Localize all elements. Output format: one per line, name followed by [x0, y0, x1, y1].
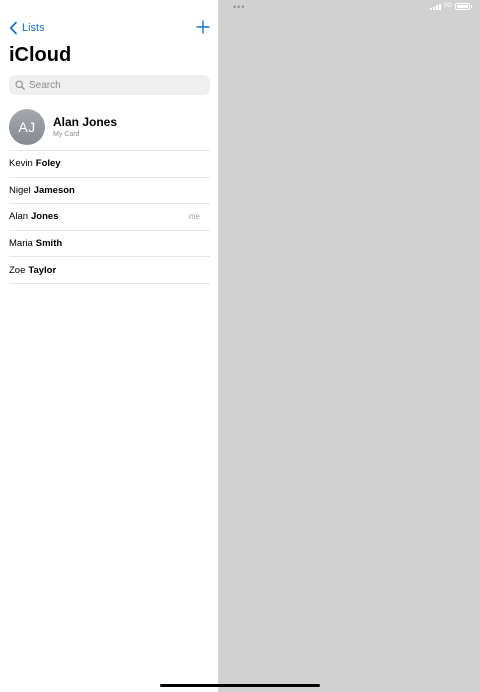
battery-icon [455, 3, 472, 10]
contact-list: Kevin Foley Nigel Jameson Alan Jones me … [9, 151, 210, 284]
search-input[interactable] [29, 79, 199, 91]
my-card-subtitle: My Card [53, 131, 80, 138]
contacts-sidebar: Lists iCloud AJ Alan Jones My Card Kevin… [0, 0, 219, 692]
contact-first-name: Nigel [9, 184, 31, 196]
signal-icon [429, 3, 441, 10]
contact-first-name: Kevin [9, 158, 33, 170]
contact-last-name: Jones [31, 211, 59, 223]
my-card[interactable]: AJ Alan Jones My Card [9, 107, 210, 151]
contact-last-name: Jameson [33, 184, 75, 196]
my-card-name: Alan Jones [53, 115, 118, 129]
contact-last-name: Foley [35, 158, 61, 170]
page-title: iCloud [9, 44, 72, 66]
status-indicators: 5G [429, 3, 472, 10]
contact-row[interactable]: Alan Jones me [9, 204, 210, 231]
back-button-label: Lists [22, 22, 45, 34]
contact-first-name: Maria [9, 238, 33, 250]
status-bar: ••• 5G [219, 0, 480, 16]
me-label: me [188, 212, 200, 222]
contact-detail-pane [219, 0, 480, 692]
screen: Lists iCloud AJ Alan Jones My Card Kevin… [0, 0, 480, 692]
contact-first-name: Zoe [9, 264, 26, 276]
avatar: AJ [9, 109, 45, 145]
contact-row[interactable]: Kevin Foley [9, 151, 210, 178]
multitasking-dots[interactable]: ••• [233, 2, 245, 12]
contact-last-name: Taylor [28, 264, 57, 276]
contact-first-name: Alan [9, 211, 29, 223]
navigation-bar: Lists [0, 18, 219, 40]
contact-last-name: Smith [35, 238, 63, 250]
search-icon [15, 80, 25, 90]
contact-row[interactable]: Nigel Jameson [9, 178, 210, 205]
contact-row[interactable]: Zoe Taylor [9, 257, 210, 284]
search-bar[interactable] [9, 75, 210, 95]
contact-row[interactable]: Maria Smith [9, 231, 210, 258]
plus-icon[interactable] [196, 20, 210, 34]
back-button[interactable]: Lists [8, 21, 45, 35]
chevron-left-icon [9, 21, 17, 35]
network-label: 5G [443, 3, 452, 9]
home-indicator[interactable] [160, 684, 320, 687]
